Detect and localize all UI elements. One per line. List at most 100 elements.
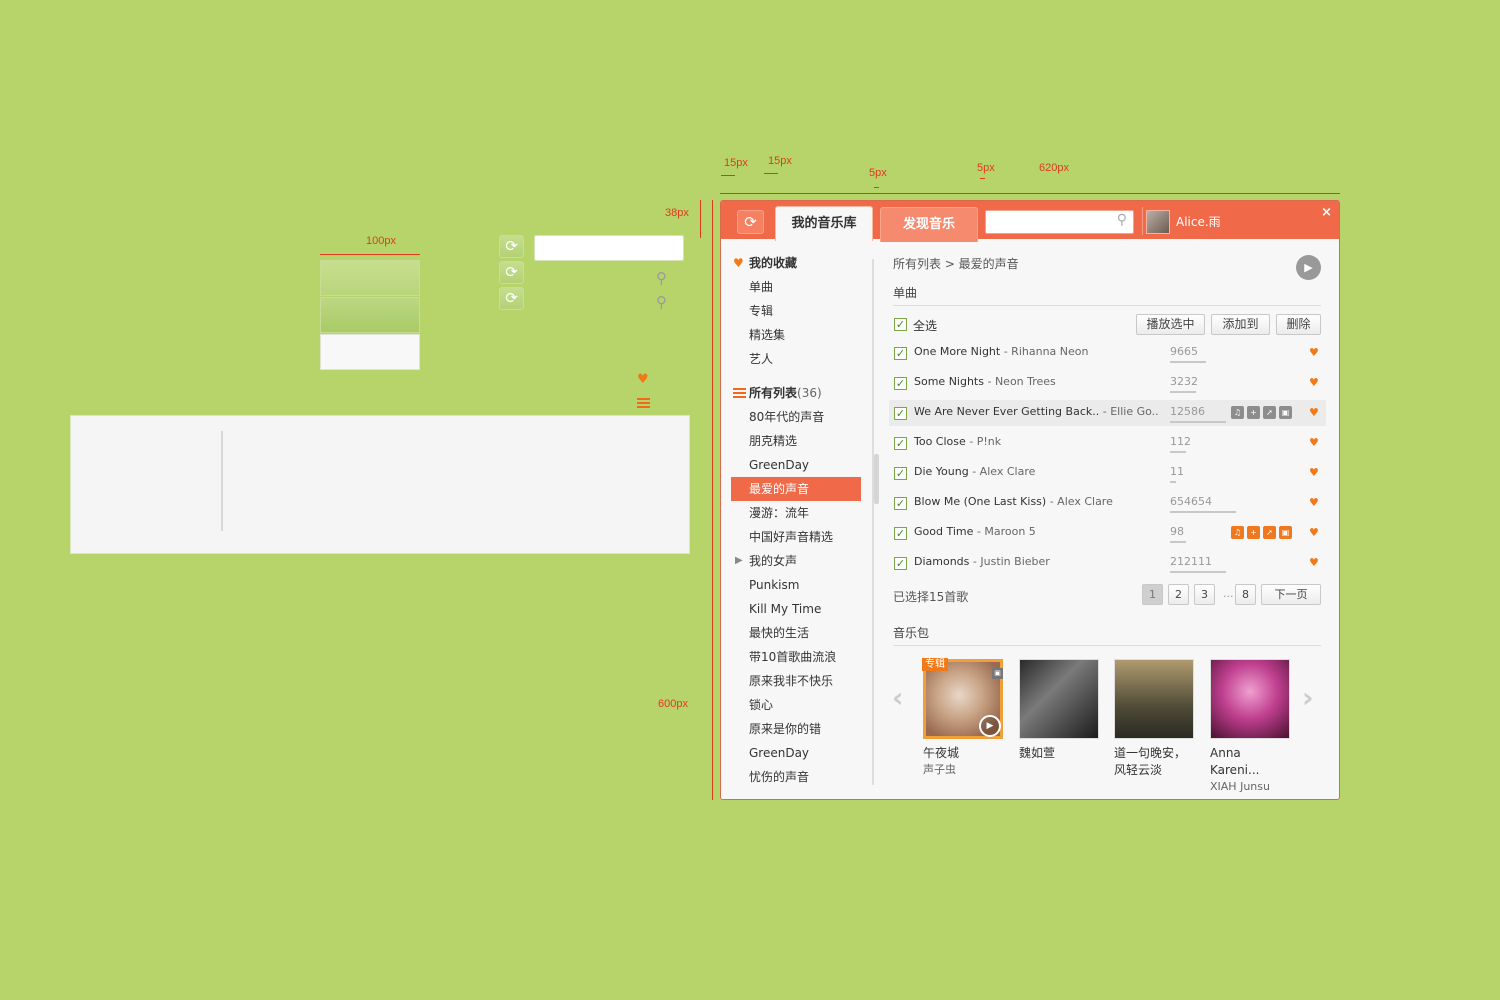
heart-icon[interactable]: ♥ bbox=[1309, 526, 1319, 539]
heart-icon[interactable]: ♥ bbox=[1309, 346, 1319, 359]
share-icon[interactable]: ➚ bbox=[1263, 526, 1276, 539]
sidebar-item-albums[interactable]: 专辑 bbox=[731, 299, 861, 323]
headphones-icon[interactable]: ♫ bbox=[1231, 526, 1244, 539]
sidebar-item-folder[interactable]: ▶ 我的女声 bbox=[731, 549, 861, 573]
song-row[interactable]: ✓ Blow Me (One Last Kiss) - Alex Clare 6… bbox=[889, 490, 1326, 516]
sidebar-item-list[interactable]: 朋克精选 bbox=[731, 429, 861, 453]
song-row[interactable]: ✓ Die Young - Alex Clare 11 ♥ bbox=[889, 460, 1326, 486]
page-button-8[interactable]: 8 bbox=[1235, 584, 1256, 605]
play-icon[interactable]: ▶ bbox=[979, 715, 1001, 737]
add-icon[interactable]: + bbox=[1247, 526, 1260, 539]
album-cover[interactable] bbox=[1114, 659, 1194, 739]
song-checkbox[interactable]: ✓ bbox=[894, 347, 907, 360]
page-button-1[interactable]: 1 bbox=[1142, 584, 1163, 605]
page-button-3[interactable]: 3 bbox=[1194, 584, 1215, 605]
tab-discover[interactable]: 发现音乐 bbox=[880, 207, 978, 242]
album-cover[interactable] bbox=[1019, 659, 1099, 739]
song-title[interactable]: Blow Me (One Last Kiss) bbox=[914, 495, 1046, 508]
sidebar-item-list[interactable]: 中国好声音精选 bbox=[731, 525, 861, 549]
song-artist[interactable]: - P!nk bbox=[966, 435, 1001, 448]
play-all-icon[interactable]: ▶ bbox=[1296, 255, 1321, 280]
song-artist[interactable]: - Alex Clare bbox=[969, 465, 1035, 478]
song-row[interactable]: ✓ Some Nights - Neon Trees 3232 ♥ bbox=[889, 370, 1326, 396]
chevron-right-icon[interactable]: › bbox=[1302, 681, 1314, 714]
sidebar-item-list[interactable]: GreenDay bbox=[731, 741, 861, 765]
song-artist[interactable]: - Neon Trees bbox=[984, 375, 1055, 388]
play-selected-button[interactable]: 播放选中 bbox=[1136, 314, 1205, 335]
sidebar-lists-title[interactable]: 所有列表(36) bbox=[731, 381, 861, 405]
song-checkbox[interactable]: ✓ bbox=[894, 527, 907, 540]
song-artist[interactable]: - Alex Clare bbox=[1046, 495, 1113, 508]
song-checkbox[interactable]: ✓ bbox=[894, 467, 907, 480]
sidebar-item-list[interactable]: 80年代的声音 bbox=[731, 405, 861, 429]
tab-my-library[interactable]: 我的音乐库 bbox=[775, 206, 873, 241]
refresh-icon[interactable]: ⟳ bbox=[499, 287, 524, 310]
album-card[interactable]: 专辑 ▣ ▶ 午夜城 声子虫 bbox=[922, 658, 1003, 778]
album-card[interactable]: 魏如萱 bbox=[1019, 659, 1099, 762]
sidebar-item-list[interactable]: GreenDay bbox=[731, 453, 861, 477]
sidebar-item-singles[interactable]: 单曲 bbox=[731, 275, 861, 299]
sidebar-item-list[interactable]: Punkism bbox=[731, 573, 861, 597]
page-button-2[interactable]: 2 bbox=[1168, 584, 1189, 605]
add-icon[interactable]: + bbox=[1247, 406, 1260, 419]
expand-triangle-icon[interactable]: ▶ bbox=[735, 549, 743, 573]
song-checkbox[interactable]: ✓ bbox=[894, 377, 907, 390]
song-title[interactable]: We Are Never Ever Getting Back.. bbox=[914, 405, 1099, 418]
delete-button[interactable]: 删除 bbox=[1276, 314, 1321, 335]
song-row[interactable]: ✓ Good Time - Maroon 5 98 ♫ + ➚ ▣ ♥ bbox=[889, 520, 1326, 546]
refresh-icon[interactable]: ⟳ bbox=[499, 235, 524, 258]
heart-icon[interactable]: ♥ bbox=[1309, 376, 1319, 389]
search-input[interactable]: ⚲ bbox=[985, 210, 1134, 234]
song-artist[interactable]: - Rihanna Neon bbox=[1000, 345, 1089, 358]
lock-icon[interactable]: ▣ bbox=[992, 668, 1003, 679]
song-row[interactable]: ✓ Diamonds - Justin Bieber 212111 ♥ bbox=[889, 550, 1326, 576]
add-to-button[interactable]: 添加到 bbox=[1211, 314, 1270, 335]
chevron-left-icon[interactable]: ‹ bbox=[892, 681, 904, 714]
album-name[interactable]: 魏如萱 bbox=[1019, 745, 1099, 762]
select-all-checkbox[interactable]: ✓ bbox=[894, 318, 907, 331]
song-artist[interactable]: - Ellie Go.. bbox=[1099, 405, 1159, 418]
song-row-hover[interactable]: ✓ We Are Never Ever Getting Back.. - Ell… bbox=[889, 400, 1326, 426]
heart-icon[interactable]: ♥ bbox=[1309, 496, 1319, 509]
sidebar-item-list[interactable]: 带10首歌曲流浪 bbox=[731, 645, 861, 669]
sidebar-item-collections[interactable]: 精选集 bbox=[731, 323, 861, 347]
album-artist[interactable]: 声子虫 bbox=[923, 762, 1003, 778]
heart-icon[interactable]: ♥ bbox=[1309, 556, 1319, 569]
sidebar-item-list[interactable]: 最快的生活 bbox=[731, 621, 861, 645]
download-icon[interactable]: ▣ bbox=[1279, 526, 1292, 539]
sidebar-item-list[interactable]: 原来我非不快乐 bbox=[731, 669, 861, 693]
song-title[interactable]: Too Close bbox=[914, 435, 966, 448]
user-name[interactable]: Alice.雨 bbox=[1176, 213, 1221, 230]
sidebar-favorites-title[interactable]: ♥ 我的收藏 bbox=[731, 251, 861, 275]
song-title[interactable]: Some Nights bbox=[914, 375, 984, 388]
avatar[interactable] bbox=[1146, 210, 1170, 234]
song-title[interactable]: Diamonds bbox=[914, 555, 969, 568]
heart-icon[interactable]: ♥ bbox=[1309, 436, 1319, 449]
song-checkbox[interactable]: ✓ bbox=[894, 437, 907, 450]
next-page-button[interactable]: 下一页 bbox=[1261, 584, 1321, 605]
sidebar-scrollbar[interactable] bbox=[874, 454, 879, 504]
search-icon[interactable]: ⚲ bbox=[1117, 212, 1127, 228]
song-checkbox[interactable]: ✓ bbox=[894, 557, 907, 570]
song-title[interactable]: Die Young bbox=[914, 465, 969, 478]
album-artist[interactable]: XIAH Junsu bbox=[1210, 779, 1290, 795]
close-icon[interactable]: × bbox=[1321, 205, 1332, 220]
song-row[interactable]: ✓ One More Night - Rihanna Neon 9665 ♥ bbox=[889, 340, 1326, 366]
song-checkbox[interactable]: ✓ bbox=[894, 497, 907, 510]
song-title[interactable]: Good Time bbox=[914, 525, 973, 538]
refresh-icon[interactable]: ⟳ bbox=[499, 261, 524, 284]
sidebar-item-list[interactable]: 忧伤的声音 bbox=[731, 765, 861, 789]
download-icon[interactable]: ▣ bbox=[1279, 406, 1292, 419]
album-cover[interactable] bbox=[1210, 659, 1290, 739]
heart-icon[interactable]: ♥ bbox=[1309, 406, 1319, 419]
album-name[interactable]: 午夜城 bbox=[923, 745, 1003, 762]
album-card[interactable]: Anna Kareni... XIAH Junsu bbox=[1210, 659, 1290, 795]
song-artist[interactable]: - Maroon 5 bbox=[973, 525, 1036, 538]
song-title[interactable]: One More Night bbox=[914, 345, 1000, 358]
sidebar-item-list-active[interactable]: 最爱的声音 bbox=[731, 477, 861, 501]
song-row[interactable]: ✓ Too Close - P!nk 112 ♥ bbox=[889, 430, 1326, 456]
album-cover[interactable]: 专辑 ▣ ▶ bbox=[922, 658, 1003, 739]
sidebar-item-list[interactable]: 原来是你的错 bbox=[731, 717, 861, 741]
sidebar-item-list[interactable]: Kill My Time bbox=[731, 597, 861, 621]
sidebar-item-list[interactable]: 漫游：流年 bbox=[731, 501, 861, 525]
